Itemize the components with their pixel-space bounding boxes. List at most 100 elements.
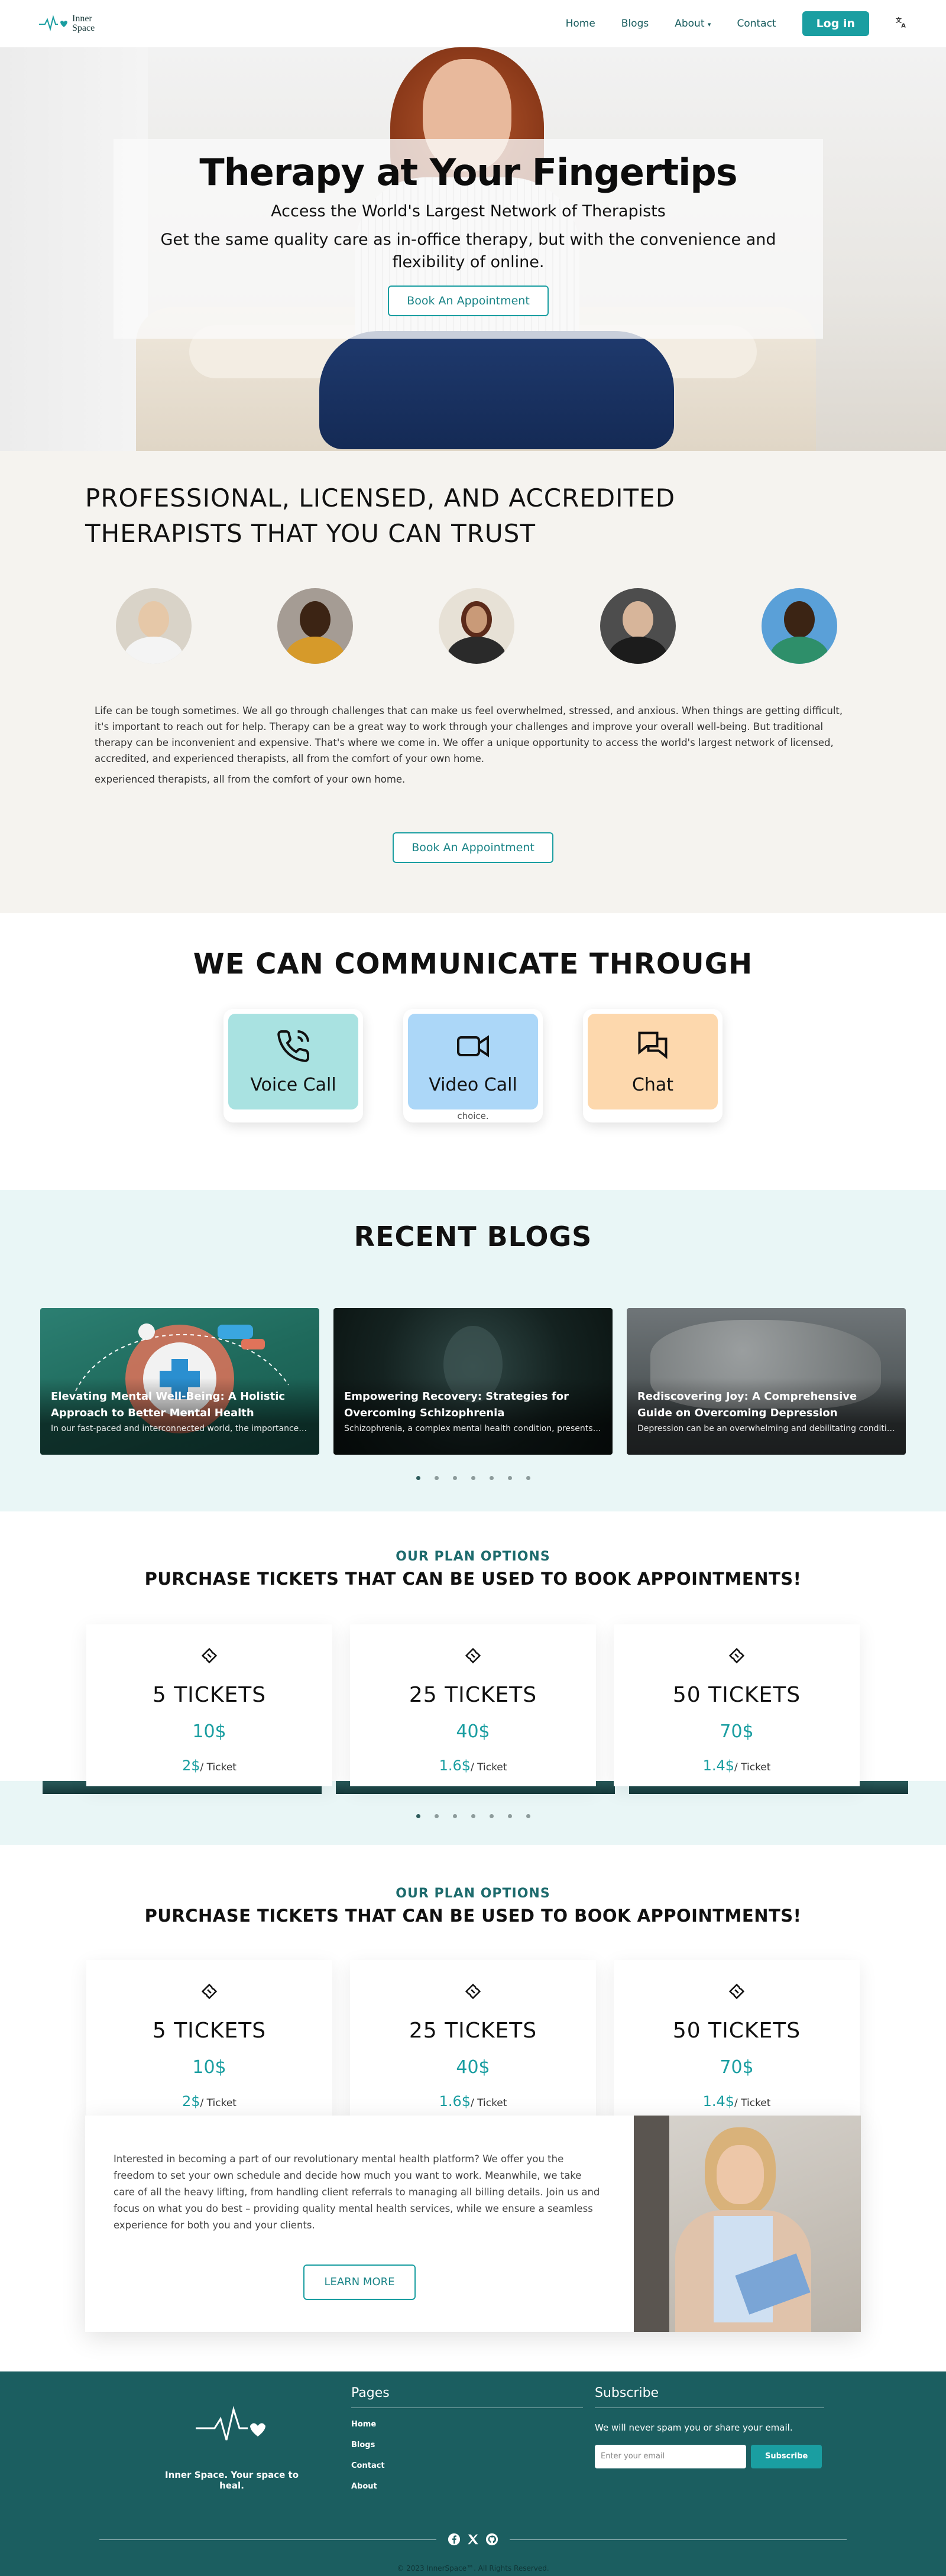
plan-price: 70$: [720, 2057, 754, 2078]
email-input[interactable]: Enter your email: [595, 2445, 746, 2468]
facebook-icon[interactable]: [448, 2533, 461, 2546]
carousel-dot[interactable]: [471, 1476, 475, 1480]
plans-title: PURCHASE TICKETS THAT CAN BE USED TO BOO…: [144, 1569, 802, 1589]
footer: Inner Space. Your space to heal. Pages H…: [0, 2371, 946, 2576]
carousel-dot[interactable]: [416, 1476, 420, 1480]
x-twitter-icon[interactable]: [466, 2533, 480, 2546]
video-icon: [457, 1034, 489, 1057]
phone-icon: [277, 1030, 310, 1062]
footer-copyright: © 2023 InnerSpace™. All Rights Reserved.: [397, 2564, 549, 2572]
translate-icon[interactable]: 文A: [895, 16, 908, 32]
blog-card[interactable]: Rediscovering Joy: A Comprehensive Guide…: [627, 1308, 906, 1455]
therapists-paragraph-repeat: experienced therapists, all from the com…: [95, 774, 406, 785]
plan-name: 50 TICKETS: [672, 2019, 801, 2043]
hero-title: Therapy at Your Fingertips: [199, 151, 737, 194]
footer-link-blogs[interactable]: Blogs: [351, 2441, 583, 2450]
blog-excerpt: Depression can be an overwhelming and de…: [637, 1424, 895, 1433]
plan-per-ticket: 1.6$/ Ticket: [350, 2093, 596, 2110]
carousel-dot[interactable]: [507, 1814, 512, 1818]
nav-link-contact[interactable]: Contact: [737, 18, 776, 30]
blog-excerpt: In our fast-paced and interconnected wor…: [51, 1424, 309, 1433]
chat-card[interactable]: Chat: [583, 1009, 723, 1122]
carousel-dot[interactable]: [526, 1814, 530, 1818]
plan-name: 5 TICKETS: [152, 1683, 267, 1707]
hero-section: Therapy at Your Fingertips Access the Wo…: [0, 47, 946, 451]
plan-card-5[interactable]: 5 TICKETS 10$ 2$/ Ticket: [86, 1624, 332, 1786]
chat-label: Chat: [631, 1074, 674, 1095]
heartbeat-logo-icon: [196, 2406, 265, 2441]
carousel-dot[interactable]: [471, 1814, 475, 1818]
carousel-dot[interactable]: [526, 1476, 530, 1480]
plan-per-ticket: 1.6$/ Ticket: [350, 1757, 596, 1774]
footer-link-contact[interactable]: Contact: [351, 2461, 583, 2470]
plan-per-value: 1.4$: [702, 2093, 734, 2110]
nav-link-blogs[interactable]: Blogs: [621, 18, 649, 30]
blog-card[interactable]: Empowering Recovery: Strategies for Over…: [333, 1308, 613, 1455]
plan-per-ticket: 2$/ Ticket: [86, 2093, 332, 2110]
plans-section-2: OUR PLAN OPTIONS PURCHASE TICKETS THAT C…: [0, 1845, 946, 2436]
therapists-book-appointment-button[interactable]: Book An Appointment: [393, 832, 553, 863]
carousel-dot[interactable]: [416, 1814, 420, 1818]
subscribe-button[interactable]: Subscribe: [751, 2445, 822, 2468]
brand-name-line1: Inner: [72, 14, 92, 24]
footer-link-about[interactable]: About: [351, 2482, 583, 2491]
carousel-dot[interactable]: [489, 1814, 494, 1818]
plan-name: 50 TICKETS: [672, 1683, 801, 1707]
plan-card-50[interactable]: 50 TICKETS 70$ 1.4$/ Ticket: [614, 1960, 860, 2122]
plan-name: 25 TICKETS: [409, 2019, 537, 2043]
video-call-label: Video Call: [429, 1074, 517, 1095]
blogs-title: RECENT BLOGS: [354, 1221, 592, 1253]
heartbeat-logo-icon: [39, 15, 67, 31]
carousel-dot[interactable]: [452, 1814, 457, 1818]
blog-title: Empowering Recovery: Strategies for Over…: [344, 1390, 569, 1419]
plan-price: 70$: [720, 1721, 754, 1742]
carousel-dot[interactable]: [434, 1476, 439, 1480]
ticket-icon: [614, 1981, 860, 2007]
plan-price: 40$: [456, 1721, 490, 1742]
footer-link-home[interactable]: Home: [351, 2420, 583, 2429]
carousel-dot[interactable]: [489, 1476, 494, 1480]
plan-per-unit: / Ticket: [471, 1761, 507, 1773]
hero-book-appointment-button[interactable]: Book An Appointment: [388, 285, 549, 316]
plan-card-50[interactable]: 50 TICKETS 70$ 1.4$/ Ticket: [614, 1624, 860, 1786]
login-button[interactable]: Log in: [802, 11, 869, 36]
carousel-dot[interactable]: [434, 1814, 439, 1818]
carousel-dot[interactable]: [452, 1476, 457, 1480]
plan-per-value: 1.6$: [439, 1757, 471, 1774]
plan-per-value: 1.6$: [439, 2093, 471, 2110]
nav-link-home[interactable]: Home: [566, 18, 595, 30]
plan-card-5[interactable]: 5 TICKETS 10$ 2$/ Ticket: [86, 1960, 332, 2122]
plans-section-1: OUR PLAN OPTIONS PURCHASE TICKETS THAT C…: [0, 1511, 946, 1845]
plans-kicker: OUR PLAN OPTIONS: [396, 1549, 550, 1564]
plan-per-value: 2$: [182, 1757, 200, 1774]
blog-title: Elevating Mental Well-Being: A Holistic …: [51, 1390, 286, 1419]
plan-per-unit: / Ticket: [471, 2097, 507, 2109]
blog-card[interactable]: Elevating Mental Well-Being: A Holistic …: [40, 1308, 319, 1455]
join-therapists-card: Interested in becoming a part of our rev…: [85, 2116, 861, 2332]
blog-carousel-dots: [0, 1476, 946, 1480]
plan-card-25[interactable]: 25 TICKETS 40$ 1.6$/ Ticket: [350, 1624, 596, 1786]
plan-price: 10$: [192, 2057, 226, 2078]
ticket-icon: [86, 1981, 332, 2007]
therapist-avatars: [116, 588, 837, 664]
footer-pages: Pages Home Blogs Contact About: [351, 2386, 583, 2491]
hero-subtitle: Access the World's Largest Network of Th…: [271, 202, 666, 220]
therapists-title: PROFESSIONAL, LICENSED, AND ACCREDITED T…: [85, 481, 861, 551]
brand-logo[interactable]: Inner Space: [38, 14, 95, 33]
plan-per-value: 1.4$: [702, 1757, 734, 1774]
ticket-icon: [350, 1981, 596, 2007]
learn-more-button[interactable]: LEARN MORE: [303, 2264, 416, 2300]
video-call-card[interactable]: Video Call choice.: [403, 1009, 543, 1122]
therapists-title-line1: PROFESSIONAL, LICENSED, AND ACCREDITED: [85, 484, 676, 512]
carousel-dot[interactable]: [507, 1476, 512, 1480]
voice-call-card[interactable]: Voice Call: [223, 1009, 363, 1122]
plan-per-ticket: 1.4$/ Ticket: [614, 1757, 860, 1774]
plan-card-25[interactable]: 25 TICKETS 40$ 1.6$/ Ticket: [350, 1960, 596, 2122]
communication-section: WE CAN COMMUNICATE THROUGH Voice Call Vi…: [0, 913, 946, 1190]
join-therapist-image: [634, 2116, 861, 2332]
blog-excerpt: Schizophrenia, a complex mental health c…: [344, 1424, 602, 1433]
github-icon[interactable]: [485, 2533, 498, 2546]
blogs-section: RECENT BLOGS Elevating Mental Well-Being…: [0, 1190, 946, 1511]
footer-subscribe-title: Subscribe: [595, 2386, 824, 2408]
nav-link-about[interactable]: About ▾: [675, 18, 711, 30]
